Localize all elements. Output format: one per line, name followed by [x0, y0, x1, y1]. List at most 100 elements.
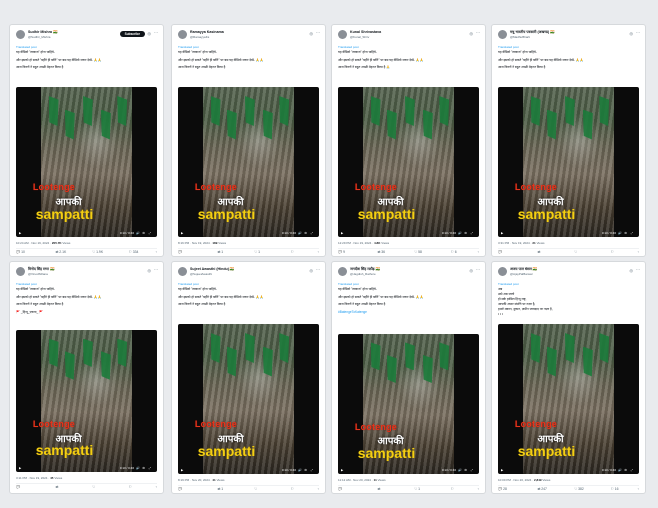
reply-button[interactable]: 💬 10	[16, 250, 25, 254]
grok-icon[interactable]: ◎	[148, 31, 152, 36]
author-name[interactable]: Sudhir Mishra 🇮🇳	[28, 30, 57, 34]
play-icon[interactable]: ▶	[181, 468, 183, 472]
like-button[interactable]: ♡ 1	[414, 487, 420, 491]
retweet-button[interactable]: ⇄ 1	[217, 250, 223, 254]
reply-button[interactable]: 💬	[338, 487, 342, 491]
play-icon[interactable]: ▶	[501, 468, 503, 472]
video-player[interactable]: Lootenge आपकी sampatti ▶ 0:13 / 0:46 🔊 ⚙ ⤢	[498, 87, 639, 237]
avatar[interactable]	[178, 30, 187, 39]
volume-icon[interactable]: 🔊	[458, 231, 462, 235]
avatar[interactable]	[498, 30, 507, 39]
avatar[interactable]	[498, 267, 507, 276]
author-handle[interactable]: @Kunal_Shriv	[350, 35, 369, 39]
settings-icon[interactable]: ⚙	[624, 468, 627, 472]
like-button[interactable]: ♡	[254, 487, 257, 491]
fullscreen-icon[interactable]: ⤢	[471, 231, 473, 235]
settings-icon[interactable]: ⚙	[142, 231, 145, 235]
settings-icon[interactable]: ⚙	[624, 231, 627, 235]
settings-icon[interactable]: ⚙	[142, 466, 145, 470]
share-button[interactable]: ↑	[637, 487, 639, 491]
like-button[interactable]: ♡ 1.9K	[92, 250, 103, 254]
avatar[interactable]	[338, 267, 347, 276]
post-timestamp[interactable]: 12:29 PM · Nov 19, 2024 ·	[338, 241, 373, 245]
volume-icon[interactable]: 🔊	[298, 231, 302, 235]
play-icon[interactable]: ▶	[341, 468, 343, 472]
share-button[interactable]: ↑	[317, 487, 319, 491]
post-card[interactable]: विनोद सिंह राणा 🇮🇳 @VinodSRana ◎ ⋯ Translate…	[9, 261, 164, 494]
bookmark-button[interactable]: ⚐ 334	[129, 250, 139, 254]
post-card[interactable]: Ramayya Kasinama @RamayyaKs ◎ ⋯ Translated p…	[171, 24, 326, 257]
post-timestamp[interactable]: 10:24 AM · Nov 19, 2024 ·	[16, 241, 51, 245]
share-button[interactable]: ↑	[155, 485, 157, 489]
grok-icon[interactable]: ◎	[310, 268, 314, 273]
post-timestamp[interactable]: 3:11 PM · Nov 19, 2024 ·	[16, 476, 49, 480]
like-button[interactable]: ♡ 58	[414, 250, 422, 254]
like-button[interactable]: ♡ 1	[254, 250, 260, 254]
more-options-icon[interactable]: ⋯	[154, 30, 158, 35]
video-player[interactable]: Lootenge आपकी sampatti ▶ 0:13 / 0:46 🔊 ⚙ ⤢	[16, 87, 157, 237]
reply-button[interactable]: 💬	[16, 485, 20, 489]
subscribe-button[interactable]: Subscribe	[119, 31, 145, 37]
avatar[interactable]	[16, 267, 25, 276]
retweet-button[interactable]: ⇄	[55, 485, 58, 489]
volume-icon[interactable]: 🔊	[618, 468, 622, 472]
volume-icon[interactable]: 🔊	[136, 466, 140, 470]
fullscreen-icon[interactable]: ⤢	[631, 468, 633, 472]
play-icon[interactable]: ▶	[501, 231, 503, 235]
settings-icon[interactable]: ⚙	[464, 468, 467, 472]
post-timestamp[interactable]: 8:19 PM · Nov 20, 2024 ·	[178, 478, 212, 482]
volume-icon[interactable]: 🔊	[136, 231, 140, 235]
author-handle[interactable]: @VinodSRana	[28, 272, 48, 276]
author-name[interactable]: Ramayya Kasinama	[190, 30, 224, 34]
share-button[interactable]: ↑	[155, 250, 157, 254]
retweet-button[interactable]: ⇄	[377, 487, 380, 491]
retweet-button[interactable]: ⇄ 2.1K	[55, 250, 66, 254]
bookmark-button[interactable]: ⚐ 16	[611, 487, 619, 491]
author-name[interactable]: Kunal Shrivastava	[350, 30, 381, 34]
play-icon[interactable]: ▶	[181, 231, 183, 235]
fullscreen-icon[interactable]: ⤢	[471, 468, 473, 472]
post-timestamp[interactable]: 8:16 PM · Nov 19, 2024 ·	[178, 241, 212, 245]
play-icon[interactable]: ▶	[19, 231, 21, 235]
author-name[interactable]: Sujeet Awasthi (Hindu) 🇮🇳	[190, 267, 234, 271]
grok-icon[interactable]: ◎	[630, 268, 634, 273]
bookmark-button[interactable]: ⚐	[611, 250, 614, 254]
bookmark-button[interactable]: ⚐ 6	[451, 250, 457, 254]
post-card[interactable]: Kunal Shrivastava @Kunal_Shriv ◎ ⋯ Translate…	[331, 24, 486, 257]
like-button[interactable]: ♡	[574, 250, 577, 254]
video-player[interactable]: Lootenge आपकी sampatti ▶ 0:13 / 0:46 🔊 ⚙ ⤢	[338, 334, 479, 474]
fullscreen-icon[interactable]: ⤢	[311, 231, 313, 235]
fullscreen-icon[interactable]: ⤢	[631, 231, 633, 235]
fullscreen-icon[interactable]: ⤢	[149, 231, 151, 235]
avatar[interactable]	[178, 267, 187, 276]
author-handle[interactable]: @RamayyaKs	[190, 35, 209, 39]
like-button[interactable]: ♡	[92, 485, 95, 489]
video-player[interactable]: Lootenge आपकी sampatti ▶ 0:13 / 0:46 🔊 ⚙ ⤢	[178, 87, 319, 237]
author-handle[interactable]: @SujeetAwasthi	[190, 272, 212, 276]
grok-icon[interactable]: ◎	[470, 31, 474, 36]
post-card[interactable]: मधु भारतीय पत्रकारी (अखण्ड) 🇮🇳 @MadhuBhar…	[491, 24, 646, 257]
more-options-icon[interactable]: ⋯	[636, 30, 640, 35]
avatar[interactable]	[338, 30, 347, 39]
reply-button[interactable]: 💬 9	[338, 250, 345, 254]
volume-icon[interactable]: 🔊	[618, 231, 622, 235]
fullscreen-icon[interactable]: ⤢	[149, 466, 151, 470]
hashtag-link[interactable]: #BatengeToKatenge	[338, 310, 481, 315]
grok-icon[interactable]: ◎	[470, 268, 474, 273]
more-options-icon[interactable]: ⋯	[476, 267, 480, 272]
bookmark-button[interactable]: ⚐	[291, 487, 294, 491]
reply-button[interactable]: 💬	[178, 487, 182, 491]
bookmark-button[interactable]: ⚐	[451, 487, 454, 491]
post-card[interactable]: जगदीश सिंह राठौड़ 🇮🇳 @Jagdish_Rathore ◎ ⋯ Tr…	[331, 261, 486, 494]
volume-icon[interactable]: 🔊	[298, 468, 302, 472]
post-timestamp[interactable]: 10:00 PM · Nov 20, 2024 ·	[498, 478, 533, 482]
retweet-button[interactable]: ⇄ 1	[217, 487, 223, 491]
retweet-button[interactable]: ⇄ 247	[537, 487, 546, 491]
share-button[interactable]: ↑	[477, 487, 479, 491]
author-handle[interactable]: @Sudhir_Mishra	[28, 35, 50, 39]
share-button[interactable]: ↑	[477, 250, 479, 254]
retweet-button[interactable]: ⇄	[537, 250, 540, 254]
settings-icon[interactable]: ⚙	[304, 468, 307, 472]
video-player[interactable]: Lootenge आपकी sampatti ▶ 0:13 / 0:46 🔊 ⚙ ⤢	[178, 324, 319, 474]
bookmark-button[interactable]: ⚐	[129, 485, 132, 489]
